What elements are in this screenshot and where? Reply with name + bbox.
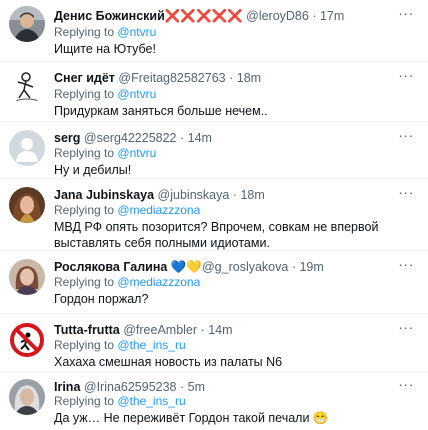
more-options-icon[interactable]: ··· [398,6,414,24]
tweet-header: serg @serg42225822 · 14m [54,130,394,146]
display-name[interactable]: serg [54,131,80,145]
tweet-header: Снег идёт @Freitag82582763 · 18m [54,70,394,86]
user-handle[interactable]: @g_roslyakova [202,260,288,274]
timestamp[interactable]: 18m [237,71,261,85]
tweet-text: Ну и дебилы! [54,163,132,177]
prohibition-sign-avatar[interactable] [9,322,45,358]
tweet-header: Irina @Irina62595238 · 5m [54,379,394,395]
more-options-icon[interactable]: ··· [398,128,414,146]
more-options-icon[interactable]: ··· [398,320,414,338]
tweet-text: Ищите на Ютубе! [54,42,156,56]
timestamp[interactable]: 18m [240,188,264,202]
user-handle[interactable]: @serg42225822 [84,131,177,145]
reply-target-link[interactable]: @mediazzzona [117,275,200,289]
x-marks-decoration: ❌❌❌❌❌ [164,9,243,23]
timestamp[interactable]: 5m [188,380,205,394]
timestamp[interactable]: 17m [320,9,344,23]
replying-to-label: Replying to [54,203,115,217]
reply-tweet[interactable]: Tutta-frutta @freeAmbler · 14m ··· Reply… [0,314,428,372]
tweet-text: Гордон поржал? [54,292,149,306]
reply-tweet[interactable]: Jana Jubinskaya @jubinskaya · 18m ··· Re… [0,179,428,251]
replying-to-label: Replying to [54,338,115,352]
replying-to-label: Replying to [54,146,115,160]
replying-to-line: Replying to @ntvru [54,146,156,161]
replying-to-label: Replying to [54,394,115,408]
display-name[interactable]: Tutta-frutta [54,323,120,337]
replying-to-line: Replying to @ntvru [54,25,156,40]
replying-to-label: Replying to [54,25,115,39]
more-options-icon[interactable]: ··· [398,68,414,86]
more-options-icon[interactable]: ··· [398,185,414,203]
display-name[interactable]: Jana Jubinskaya [54,188,154,202]
reply-target-link[interactable]: @mediazzzona [117,203,200,217]
reply-target-link[interactable]: @the_ins_ru [117,394,185,408]
default-person-avatar[interactable] [9,130,45,166]
woman-portrait-avatar[interactable] [9,187,45,223]
tweet-header: Tutta-frutta @freeAmbler · 14m [54,322,394,338]
separator-dot: · [200,323,205,337]
tweet-header: Jana Jubinskaya @jubinskaya · 18m [54,187,394,203]
reply-target-link[interactable]: @ntvru [117,25,156,39]
separator-dot: · [232,188,237,202]
separator-dot: · [312,9,317,23]
more-options-icon[interactable]: ··· [398,257,414,275]
reply-feed: Денис Божинский❌❌❌❌❌ @leroyD86 · 17m ···… [0,0,428,430]
reply-target-link[interactable]: @ntvru [117,146,156,160]
more-options-icon[interactable]: ··· [398,377,414,395]
tweet-text: Придуркам заняться больше нечем.. [54,104,268,118]
replying-to-line: Replying to @the_ins_ru [54,394,186,409]
reply-target-link[interactable]: @the_ins_ru [117,338,185,352]
replying-to-line: Replying to @mediazzzona [54,203,200,218]
reply-tweet[interactable]: Irina @Irina62595238 · 5m ··· Replying t… [0,372,428,430]
timestamp[interactable]: 19m [299,260,323,274]
separator-dot: · [180,380,185,394]
separator-dot: · [180,131,185,145]
replying-to-line: Replying to @mediazzzona [54,275,200,290]
user-handle[interactable]: @Freitag82582763 [118,71,225,85]
display-name[interactable]: Снег идёт [54,71,115,85]
timestamp[interactable]: 14m [208,323,232,337]
display-name[interactable]: Рослякова Галина [54,260,167,274]
man-portrait-avatar[interactable] [9,6,45,42]
reply-tweet[interactable]: serg @serg42225822 · 14m ··· Replying to… [0,122,428,179]
reply-target-link[interactable]: @ntvru [117,87,156,101]
display-name[interactable]: Irina [54,380,80,394]
reply-tweet[interactable]: Денис Божинский❌❌❌❌❌ @leroyD86 · 17m ···… [0,0,428,62]
replying-to-line: Replying to @ntvru [54,87,156,102]
replying-to-label: Replying to [54,87,115,101]
user-handle[interactable]: @freeAmbler [123,323,197,337]
reply-tweet[interactable]: Рослякова Галина 💙💛@g_roslyakova · 19m ·… [0,251,428,314]
user-handle[interactable]: @jubinskaya [158,188,230,202]
tweet-header: Рослякова Галина 💙💛@g_roslyakova · 19m [54,259,394,275]
tweet-text: МВД РФ опять позорится? Впрочем, совкам … [54,220,379,250]
sketch-figure-avatar[interactable] [9,68,45,104]
heart-emoji-decoration: 💙💛 [170,260,202,274]
timestamp[interactable]: 14m [188,131,212,145]
woman-photo-avatar[interactable] [9,259,45,295]
user-handle[interactable]: @leroyD86 [246,9,309,23]
separator-dot: · [291,260,296,274]
tweet-text: Хахаха смешная новость из палаты N6 [54,355,283,369]
tweet-text: Да уж… Не переживёт Гордон такой печали … [54,411,329,425]
user-handle[interactable]: @Irina62595238 [84,380,177,394]
display-name[interactable]: Денис Божинский [54,9,165,23]
reply-tweet[interactable]: Снег идёт @Freitag82582763 · 18m ··· Rep… [0,62,428,122]
replying-to-label: Replying to [54,275,115,289]
replying-to-line: Replying to @the_ins_ru [54,338,186,353]
woman-grey-photo-avatar[interactable] [9,379,45,415]
separator-dot: · [229,71,234,85]
tweet-header: Денис Божинский❌❌❌❌❌ @leroyD86 · 17m [54,8,394,24]
